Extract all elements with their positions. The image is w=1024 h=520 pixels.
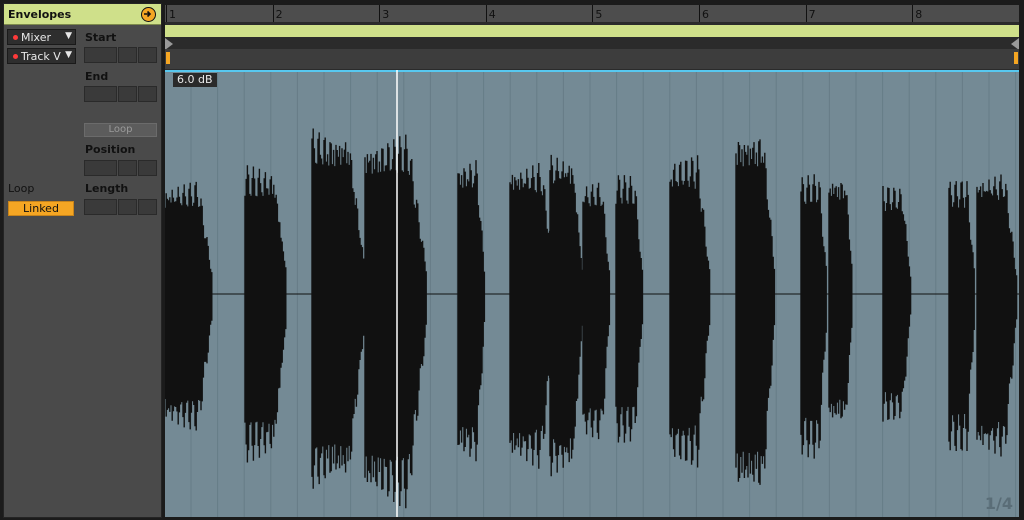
sample-editor: 1 2 3 4 5 6 7 8 6.0 dB 1/4 <box>165 5 1019 517</box>
bar-tick <box>166 5 167 22</box>
chevron-down-icon: ▼ <box>65 31 72 41</box>
page-indicator: 1/4 <box>984 494 1013 513</box>
end-sixteenth-field[interactable] <box>138 86 157 102</box>
end-beat-field[interactable] <box>118 86 137 102</box>
length-label: Length <box>85 182 129 195</box>
bar-number: 4 <box>488 8 496 21</box>
sample-display[interactable]: 6.0 dB 1/4 <box>165 70 1019 517</box>
bar-tick <box>805 5 807 22</box>
end-marker[interactable] <box>1014 52 1018 64</box>
position-beat-field[interactable] <box>118 160 137 176</box>
length-beat-field[interactable] <box>118 199 137 215</box>
loop-section-label: Loop <box>8 182 35 195</box>
gain-label: 6.0 dB <box>173 73 217 87</box>
arrow-right-icon <box>144 10 152 18</box>
bar-number: 8 <box>915 8 923 21</box>
beat-time-ruler[interactable]: 1 2 3 4 5 6 7 8 <box>165 5 1019 22</box>
bar-tick <box>272 5 274 22</box>
waveform-path <box>165 128 1018 509</box>
bar-number: 6 <box>702 8 709 21</box>
bar-tick <box>912 5 914 22</box>
loop-button[interactable]: Loop <box>84 123 157 137</box>
end-bar-field[interactable] <box>84 86 117 102</box>
device-chooser-label: Mixer <box>21 31 52 44</box>
bar-number: 1 <box>169 8 176 21</box>
waveform <box>165 70 1019 517</box>
bar-number: 2 <box>275 8 283 21</box>
end-label: End <box>85 70 109 83</box>
envelopes-toggle-button[interactable] <box>141 7 156 22</box>
start-bar-field[interactable] <box>84 47 117 63</box>
bar-tick <box>485 5 487 22</box>
position-bar-field[interactable] <box>84 160 117 176</box>
envelopes-header: Envelopes <box>4 4 161 25</box>
envelopes-panel: Envelopes Mixer ▼ Track V ▼ Start End Lo… <box>3 3 162 518</box>
bar-number: 5 <box>595 8 603 21</box>
clip-view: Envelopes Mixer ▼ Track V ▼ Start End Lo… <box>0 0 1024 520</box>
start-label: Start <box>85 31 117 44</box>
marker-strip <box>165 49 1019 69</box>
position-sixteenth-field[interactable] <box>138 160 157 176</box>
start-marker[interactable] <box>166 52 170 64</box>
bar-tick <box>699 5 700 22</box>
loop-brace[interactable] <box>165 25 1019 37</box>
start-beat-field[interactable] <box>118 47 137 63</box>
control-indicator <box>13 54 18 59</box>
linked-button[interactable]: Linked <box>8 201 74 216</box>
bar-number: 3 <box>382 8 390 21</box>
position-label: Position <box>85 143 136 156</box>
length-bar-field[interactable] <box>84 199 117 215</box>
start-sixteenth-field[interactable] <box>138 47 157 63</box>
length-sixteenth-field[interactable] <box>138 199 157 215</box>
bar-tick <box>379 5 381 22</box>
device-chooser[interactable]: Mixer ▼ <box>7 29 76 45</box>
chevron-down-icon: ▼ <box>65 50 72 60</box>
control-chooser[interactable]: Track V ▼ <box>7 48 76 64</box>
bar-tick <box>592 5 594 22</box>
envelopes-title: Envelopes <box>8 8 72 21</box>
device-indicator <box>13 35 18 40</box>
bar-number: 7 <box>808 8 816 21</box>
control-chooser-label: Track V <box>21 50 61 63</box>
